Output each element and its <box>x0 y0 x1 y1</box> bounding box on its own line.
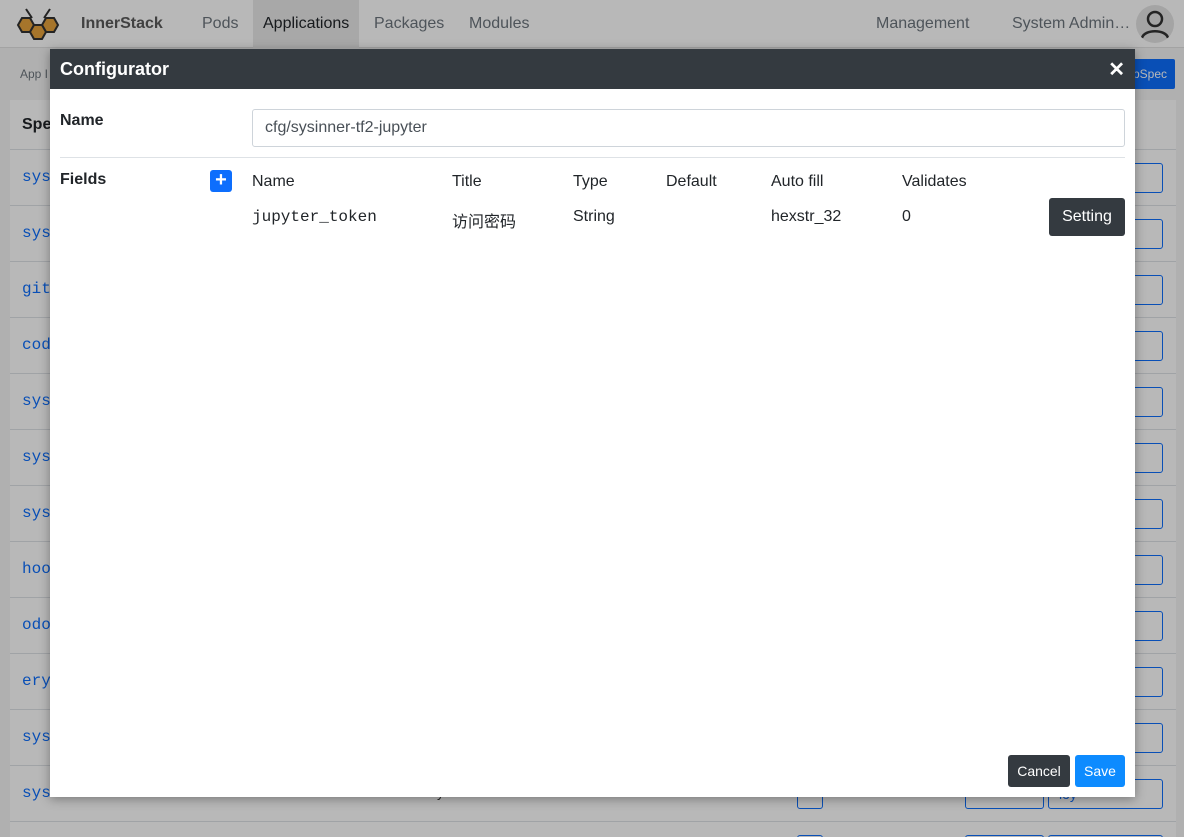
field-type: String <box>573 208 615 225</box>
cancel-button[interactable]: Cancel <box>1008 755 1070 787</box>
field-auto-fill: hexstr_32 <box>771 208 842 225</box>
close-icon[interactable]: ✕ <box>1108 57 1125 82</box>
column-header-default: Default <box>666 173 717 190</box>
field-title: 访问密码 <box>452 214 517 231</box>
modal-header: Configurator ✕ <box>50 49 1135 89</box>
name-label: Name <box>60 112 104 129</box>
field-name: jupyter_token <box>252 208 377 226</box>
field-setting-button[interactable]: Setting <box>1049 198 1125 236</box>
column-header-type: Type <box>573 173 608 190</box>
fields-label: Fields <box>60 171 107 188</box>
name-input[interactable] <box>252 109 1125 147</box>
save-button[interactable]: Save <box>1075 755 1125 787</box>
plus-icon[interactable]: + <box>210 170 232 192</box>
modal-title: Configurator <box>60 59 169 79</box>
field-validates: 0 <box>902 208 911 225</box>
configurator-modal: Configurator ✕ Name Fields + Name Title … <box>50 49 1135 797</box>
column-header-name: Name <box>252 173 295 190</box>
column-header-title: Title <box>452 173 482 190</box>
column-header-validates: Validates <box>902 173 967 190</box>
divider <box>60 157 1125 158</box>
column-header-auto-fill: Auto fill <box>771 173 824 190</box>
